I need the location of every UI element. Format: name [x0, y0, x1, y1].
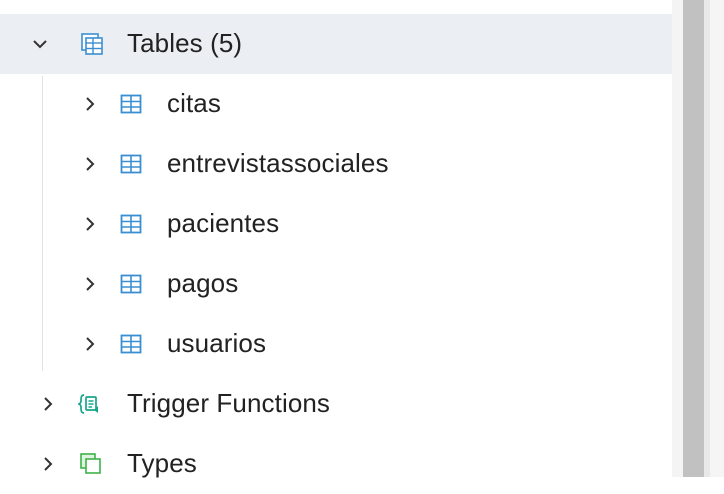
- tree-node-label: pagos: [167, 268, 239, 298]
- chevron-right-icon[interactable]: [40, 456, 56, 472]
- tree-node-table[interactable]: pagos: [0, 254, 672, 314]
- tree-node-table[interactable]: entrevistassociales: [0, 134, 672, 194]
- chevron-right-icon[interactable]: [82, 216, 98, 232]
- types-icon: [80, 453, 102, 475]
- tables-icon: [81, 33, 103, 55]
- tree-node-label: Tables (5): [127, 28, 243, 58]
- scrollbar-thumb[interactable]: [683, 0, 704, 477]
- table-icon: [120, 153, 142, 175]
- chevron-down-icon[interactable]: [32, 36, 48, 52]
- table-icon: [120, 93, 142, 115]
- tree-node-tables[interactable]: Tables (5): [0, 14, 672, 74]
- tree-node-table[interactable]: pacientes: [0, 194, 672, 254]
- tree-node-label: citas: [167, 88, 221, 118]
- table-icon: [120, 213, 142, 235]
- chevron-right-icon[interactable]: [82, 276, 98, 292]
- chevron-right-icon[interactable]: [40, 396, 56, 412]
- tree-node-table[interactable]: citas: [0, 74, 672, 134]
- tree-node-label: Types: [127, 448, 197, 478]
- tree-node-label: Trigger Functions: [127, 388, 331, 418]
- chevron-right-icon[interactable]: [82, 96, 98, 112]
- tree-node-trigger-functions[interactable]: Trigger Functions: [0, 374, 672, 434]
- tree-node-label: entrevistassociales: [167, 148, 389, 178]
- trigger-functions-icon: [78, 393, 100, 415]
- panel-edge: [710, 0, 724, 477]
- chevron-right-icon[interactable]: [82, 156, 98, 172]
- chevron-right-icon[interactable]: [82, 336, 98, 352]
- object-explorer-tree: Tables (5) citas entrevistassociales pac…: [0, 0, 672, 478]
- tree-node-label: usuarios: [167, 328, 267, 358]
- table-icon: [120, 273, 142, 295]
- table-icon: [120, 333, 142, 355]
- tree-node-table[interactable]: usuarios: [0, 314, 672, 374]
- tree-node-label: pacientes: [167, 208, 280, 238]
- tree-node-types[interactable]: Types: [0, 434, 672, 494]
